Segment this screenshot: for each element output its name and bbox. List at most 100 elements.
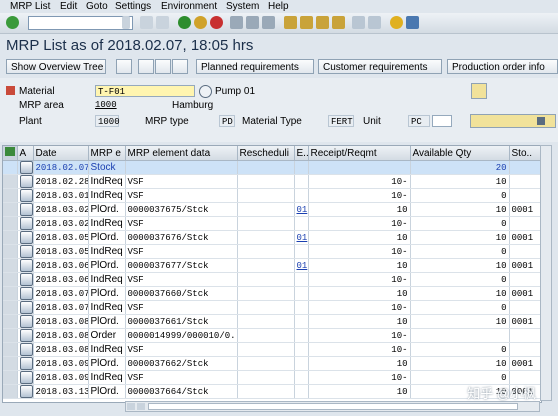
print-icon[interactable]: [230, 16, 243, 29]
row-exception[interactable]: [294, 216, 309, 231]
row-exception-text[interactable]: 01: [297, 205, 308, 215]
command-dropdown-icon[interactable]: [122, 16, 130, 29]
row-selector[interactable]: [3, 286, 18, 301]
first-page-icon[interactable]: [284, 16, 297, 29]
filter-icon[interactable]: [138, 59, 154, 74]
table-row[interactable]: 2018.03.02 IndReq VSF 10- 0: [3, 216, 541, 231]
table-row[interactable]: 2018.03.06 PlOrd. 0000037677/Stck 01 10 10 000…: [3, 258, 541, 273]
row-detail-icon[interactable]: [17, 356, 34, 371]
table-row[interactable]: 2018.03.09 PlOrd. 0000037662/Stck 10 10 0001: [3, 356, 541, 371]
enter-icon[interactable]: [6, 16, 19, 29]
menu-goto[interactable]: Goto: [86, 1, 108, 12]
row-selector[interactable]: [3, 272, 18, 287]
magnifier-icon[interactable]: [19, 385, 32, 398]
help-icon[interactable]: [390, 16, 403, 29]
person-icon[interactable]: [116, 59, 132, 74]
row-selector[interactable]: [3, 300, 18, 315]
row-exception[interactable]: [294, 174, 309, 189]
planned-requirements-button[interactable]: Planned requirements: [196, 59, 314, 74]
magnifier-icon[interactable]: [19, 161, 32, 174]
table-row[interactable]: 2018.02.28 IndReq VSF 10- 10: [3, 174, 541, 189]
table-row[interactable]: 2018.03.13 PlOrd. 0000037664/Stck 10 10 0001: [3, 384, 541, 399]
table-row[interactable]: 2018.02.07 Stock 20: [3, 160, 541, 175]
material-field[interactable]: T-F01: [95, 85, 195, 97]
last-page-icon[interactable]: [332, 16, 345, 29]
vertical-scrollbar[interactable]: [540, 145, 552, 401]
row-exception[interactable]: [294, 188, 309, 203]
col-exception[interactable]: E..: [294, 146, 309, 161]
command-field[interactable]: [28, 16, 133, 30]
row-selector[interactable]: [3, 188, 18, 203]
magnifier-icon[interactable]: [19, 175, 32, 188]
row-selector[interactable]: [3, 202, 18, 217]
magnifier-icon[interactable]: [19, 329, 32, 342]
row-detail-icon[interactable]: [17, 202, 34, 217]
scroll-left-button[interactable]: [127, 403, 135, 410]
table-row[interactable]: 2018.03.01 IndReq VSF 10- 0: [3, 188, 541, 203]
magnifier-icon[interactable]: [19, 231, 32, 244]
row-selector[interactable]: [3, 160, 18, 175]
row-exception[interactable]: [294, 328, 309, 343]
pin-icon[interactable]: [471, 83, 487, 99]
table-row[interactable]: 2018.03.08 Order 0000014999/000010/0... 10-: [3, 328, 541, 343]
row-exception[interactable]: [294, 384, 309, 399]
magnifier-icon[interactable]: [19, 315, 32, 328]
row-exception-text[interactable]: 01: [297, 261, 308, 271]
col-mrp-element-data[interactable]: MRP element data: [125, 146, 238, 161]
row-exception[interactable]: [294, 342, 309, 357]
row-exception[interactable]: [294, 160, 309, 175]
magnifier-icon[interactable]: [19, 259, 32, 272]
scroll-thumb[interactable]: [148, 403, 518, 410]
col-mrp-element[interactable]: MRP e: [88, 146, 126, 161]
row-detail-icon[interactable]: [17, 244, 34, 259]
row-exception[interactable]: [294, 244, 309, 259]
save-icon[interactable]: [156, 16, 169, 29]
previous-page-icon[interactable]: [300, 16, 313, 29]
row-selector[interactable]: [3, 244, 18, 259]
row-exception[interactable]: [294, 370, 309, 385]
row-exception[interactable]: [294, 314, 309, 329]
table-row[interactable]: 2018.03.05 IndReq VSF 10- 0: [3, 244, 541, 259]
col-rescheduling[interactable]: Rescheduli: [237, 146, 295, 161]
row-detail-icon[interactable]: [17, 328, 34, 343]
magnifier-icon[interactable]: [19, 357, 32, 370]
row-exception[interactable]: [294, 286, 309, 301]
row-selector[interactable]: [3, 356, 18, 371]
row-detail-icon[interactable]: [17, 272, 34, 287]
row-exception[interactable]: [294, 356, 309, 371]
row-selector[interactable]: [3, 216, 18, 231]
menu-environment[interactable]: Environment: [161, 1, 217, 12]
row-exception[interactable]: 01: [294, 202, 309, 217]
row-selector[interactable]: [3, 314, 18, 329]
menu-mrp-list[interactable]: MRP List: [10, 1, 50, 12]
row-detail-icon[interactable]: [17, 174, 34, 189]
menu-edit[interactable]: Edit: [60, 1, 77, 12]
table-row[interactable]: 2018.03.07 PlOrd. 0000037660/Stck 10 10 0001: [3, 286, 541, 301]
row-selector[interactable]: [3, 174, 18, 189]
cancel-icon[interactable]: [210, 16, 223, 29]
shortcut-icon[interactable]: [368, 16, 381, 29]
row-selector[interactable]: [3, 384, 18, 399]
menu-settings[interactable]: Settings: [115, 1, 151, 12]
row-detail-icon[interactable]: [17, 216, 34, 231]
row-exception-text[interactable]: 01: [297, 233, 308, 243]
next-page-icon[interactable]: [316, 16, 329, 29]
row-detail-icon[interactable]: [17, 286, 34, 301]
menu-system[interactable]: System: [226, 1, 259, 12]
table-row[interactable]: 2018.03.08 PlOrd. 0000037661/Stck 10 10 0001: [3, 314, 541, 329]
row-detail-icon[interactable]: [17, 300, 34, 315]
row-selector[interactable]: [3, 370, 18, 385]
magnifier-icon[interactable]: [19, 287, 32, 300]
row-detail-icon[interactable]: [17, 188, 34, 203]
menu-help[interactable]: Help: [268, 1, 289, 12]
col-storage-location[interactable]: Sto..: [509, 146, 541, 161]
print-preview-icon[interactable]: [172, 59, 188, 74]
col-a[interactable]: A: [17, 146, 34, 161]
edit-header-button[interactable]: [470, 114, 556, 128]
col-date[interactable]: Date: [33, 146, 89, 161]
back-icon-left[interactable]: [140, 16, 153, 29]
back-icon[interactable]: [178, 16, 191, 29]
table-row[interactable]: 2018.03.09 IndReq VSF 10- 0: [3, 370, 541, 385]
layout-menu-icon[interactable]: [406, 16, 419, 29]
row-detail-icon[interactable]: [17, 230, 34, 245]
